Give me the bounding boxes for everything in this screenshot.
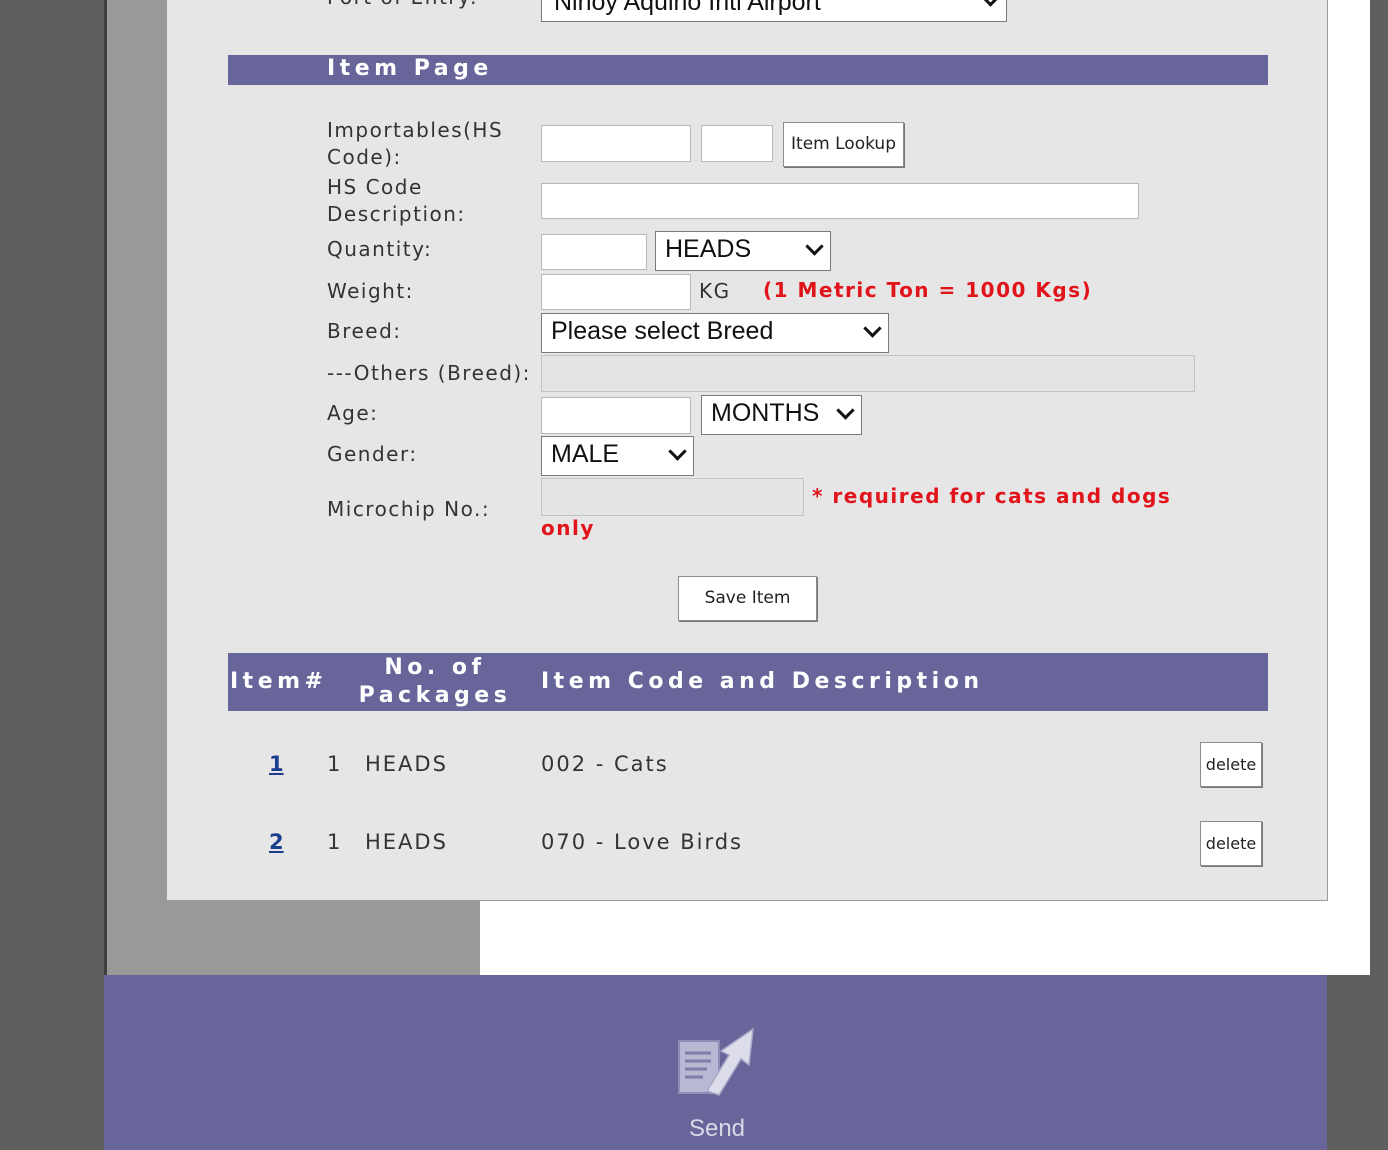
- item-lookup-button[interactable]: Item Lookup: [783, 122, 904, 167]
- port-of-entry-value: Ninoy Aquino Intl Airport: [554, 0, 821, 16]
- others-breed-input[interactable]: [541, 355, 1195, 392]
- quantity-input[interactable]: [541, 234, 647, 270]
- item-page-title: Item Page: [327, 56, 493, 81]
- item-page-header: Item Page: [228, 55, 1268, 85]
- item-link[interactable]: 2: [269, 830, 284, 854]
- chevron-down-icon: [668, 442, 687, 461]
- chevron-down-icon: [981, 0, 1000, 7]
- others-breed-label: ---Others (Breed):: [327, 361, 531, 385]
- items-table-header: Item# No. of Packages Item Code and Desc…: [228, 653, 1268, 711]
- row-qty: 1: [327, 752, 343, 776]
- hs-code-input[interactable]: [541, 125, 691, 162]
- breed-value: Please select Breed: [551, 317, 774, 345]
- breed-select[interactable]: Please select Breed: [541, 313, 889, 353]
- microchip-required-note: * required for cats and dogs: [812, 484, 1172, 508]
- age-input[interactable]: [541, 397, 691, 434]
- age-unit-value: MONTHS: [711, 399, 820, 427]
- send-button[interactable]: Send: [669, 1025, 765, 1145]
- footer-bar: Send: [104, 975, 1327, 1150]
- background-dark-edge: [104, 0, 107, 975]
- weight-unit-label: KG: [699, 279, 731, 303]
- delete-button[interactable]: delete: [1200, 742, 1262, 787]
- chevron-down-icon: [863, 319, 882, 338]
- header-packages-line1: No. of: [384, 655, 486, 680]
- hs-description-input[interactable]: [541, 183, 1139, 219]
- quantity-unit-select[interactable]: HEADS: [655, 231, 831, 271]
- microchip-required-note-continued: only: [541, 516, 595, 540]
- microchip-label: Microchip No.:: [327, 497, 491, 521]
- microchip-input[interactable]: [541, 478, 804, 516]
- chevron-down-icon: [836, 401, 855, 420]
- port-of-entry-select[interactable]: Ninoy Aquino Intl Airport: [541, 0, 1007, 22]
- port-of-entry-label: Port of Entry:: [327, 0, 478, 11]
- hs-code-suffix-input[interactable]: [701, 125, 773, 162]
- gender-label: Gender:: [327, 442, 418, 466]
- header-item-description: Item Code and Description: [541, 669, 984, 694]
- save-item-button[interactable]: Save Item: [678, 576, 817, 621]
- row-description: 070 - Love Birds: [541, 830, 743, 854]
- age-unit-select[interactable]: MONTHS: [701, 395, 862, 435]
- delete-button[interactable]: delete: [1200, 821, 1262, 866]
- breed-label: Breed:: [327, 319, 402, 343]
- header-packages-line2: Packages: [358, 683, 512, 708]
- gender-select[interactable]: MALE: [541, 436, 694, 476]
- age-label: Age:: [327, 401, 379, 425]
- row-unit: HEADS: [365, 752, 448, 776]
- quantity-unit-value: HEADS: [665, 235, 752, 263]
- row-unit: HEADS: [365, 830, 448, 854]
- importables-label: Importables(HS Code):: [327, 118, 504, 169]
- gender-value: MALE: [551, 440, 620, 468]
- row-qty: 1: [327, 830, 343, 854]
- send-document-icon: [678, 1027, 754, 1096]
- weight-label: Weight:: [327, 279, 414, 303]
- weight-input[interactable]: [541, 274, 691, 310]
- send-label: Send: [688, 1115, 746, 1142]
- item-link[interactable]: 1: [269, 752, 284, 776]
- row-description: 002 - Cats: [541, 752, 669, 776]
- header-item-number: Item#: [230, 669, 328, 694]
- hs-description-label: HS Code Description:: [327, 175, 466, 226]
- weight-conversion-note: (1 Metric Ton = 1000 Kgs): [763, 278, 1093, 302]
- chevron-down-icon: [805, 237, 824, 256]
- quantity-label: Quantity:: [327, 237, 433, 261]
- item-form-panel: Port of Entry: Ninoy Aquino Intl Airport…: [166, 0, 1328, 901]
